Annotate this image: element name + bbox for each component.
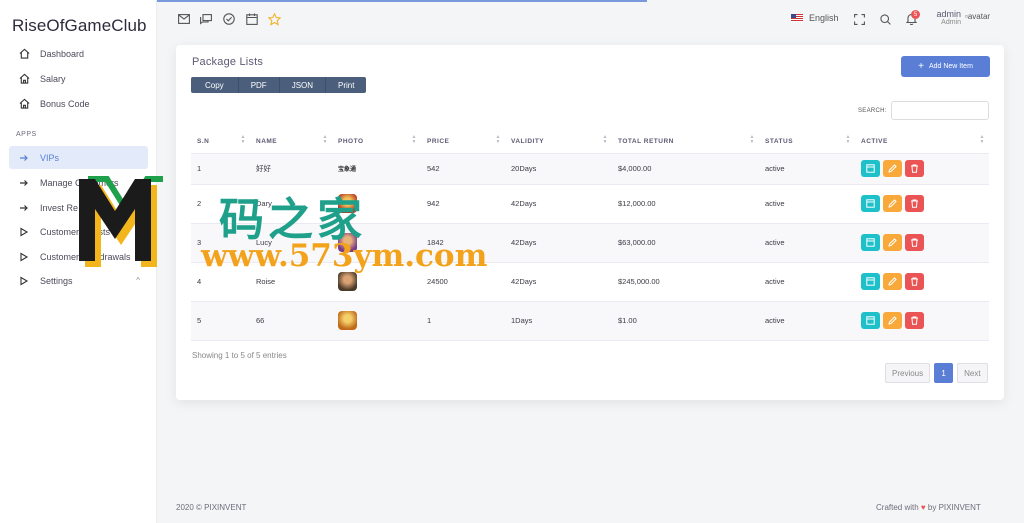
table-header-row: S.N ▲ ▼ NAME ▲ ▼ PHOTO ▲ ▼ PRICE ▲ ▼ VALIDITY ▲ ▼ …: [191, 131, 989, 154]
watermark-logo: [79, 176, 163, 267]
mail-icon[interactable]: [177, 12, 191, 26]
previous-page-button[interactable]: Previous: [885, 363, 931, 383]
column-header-name[interactable]: NAME ▲ ▼: [250, 131, 332, 154]
section-label-apps: APPS: [16, 131, 37, 138]
sidebar-item-label: Dashboard: [40, 48, 85, 59]
notification-badge: 5: [911, 10, 920, 19]
heart-icon: ♥: [920, 503, 926, 512]
sidebar-item-label: Settings: [40, 275, 73, 286]
view-button[interactable]: [861, 160, 880, 177]
sidebar-item-label: VIPs: [40, 152, 60, 163]
brand-title[interactable]: RiseOfGameClub: [12, 16, 147, 36]
json-button[interactable]: JSON: [279, 77, 327, 93]
user-role: Admin: [941, 19, 961, 26]
page-1-button[interactable]: 1: [934, 363, 954, 383]
user-info[interactable]: admin Admin: [931, 9, 961, 26]
sidebar-item-label: Bonus Code: [40, 98, 90, 109]
package-photo: [338, 272, 357, 291]
loading-bar: [157, 0, 647, 2]
sort-icon: ▲ ▼: [495, 134, 501, 145]
delete-button[interactable]: [905, 234, 924, 251]
play-icon: [17, 250, 31, 264]
column-header-total-return[interactable]: TOTAL RETURN ▲ ▼: [612, 131, 759, 154]
add-new-item-button[interactable]: + Add New Item: [901, 56, 990, 77]
avatar[interactable]: ▫avatar: [965, 12, 990, 21]
delete-button[interactable]: [905, 160, 924, 177]
search-label: SEARCH:: [858, 108, 887, 114]
view-button[interactable]: [861, 312, 880, 329]
us-flag-icon: [791, 14, 803, 22]
delete-button[interactable]: [905, 273, 924, 290]
sidebar-item-bonus-code[interactable]: Bonus Code: [9, 92, 148, 115]
table-row: 5 66 1 1Days $1.00 active: [191, 301, 989, 341]
edit-button[interactable]: [883, 312, 902, 329]
view-button[interactable]: [861, 273, 880, 290]
sort-icon: ▲ ▼: [845, 134, 851, 145]
photo-text: 宝象通: [338, 167, 357, 173]
photo-cell: 宝象通: [332, 153, 421, 185]
language-selector[interactable]: English: [791, 13, 839, 23]
pagination: Previous 1 Next: [885, 363, 988, 383]
next-page-button[interactable]: Next: [957, 363, 988, 383]
home-icon: [17, 97, 31, 111]
plus-icon: +: [918, 61, 924, 72]
play-icon: [17, 274, 31, 288]
play-icon: [17, 225, 31, 239]
edit-button[interactable]: [883, 273, 902, 290]
search-input[interactable]: [891, 101, 989, 120]
watermark-url: www.573ym.com: [201, 238, 488, 274]
column-header-sn[interactable]: S.N ▲ ▼: [191, 131, 250, 154]
package-photo: [338, 311, 357, 330]
sort-icon: ▲ ▼: [240, 134, 246, 145]
calendar-icon[interactable]: [245, 12, 259, 26]
sort-icon: ▲ ▼: [979, 134, 985, 145]
delete-button[interactable]: [905, 312, 924, 329]
sidebar-item-settings[interactable]: Settings ^: [9, 269, 148, 292]
edit-button[interactable]: [883, 234, 902, 251]
sidebar-item-vips[interactable]: VIPs: [9, 146, 148, 169]
language-label: English: [809, 13, 839, 23]
chat-icon[interactable]: [199, 12, 213, 26]
arrow-right-icon: [17, 176, 31, 190]
table-row: 1 好好 宝象通 542 20Days $4,000.00 active: [191, 153, 989, 185]
export-button-group: Copy PDF JSON Print: [191, 77, 367, 93]
pdf-button[interactable]: PDF: [238, 77, 280, 93]
user-name: admin: [936, 9, 961, 19]
search-icon[interactable]: [878, 12, 892, 26]
sidebar-item-dashboard[interactable]: Dashboard: [9, 42, 148, 65]
sort-icon: ▲ ▼: [322, 134, 328, 145]
footer-credit: Crafted with ♥ by PIXINVENT: [876, 503, 981, 512]
delete-button[interactable]: [905, 195, 924, 212]
home-icon: [17, 47, 31, 61]
arrow-right-icon: [17, 201, 31, 215]
star-icon[interactable]: [267, 12, 281, 26]
edit-button[interactable]: [883, 195, 902, 212]
sidebar-item-salary[interactable]: Salary: [9, 67, 148, 90]
print-button[interactable]: Print: [326, 77, 367, 93]
view-button[interactable]: [861, 234, 880, 251]
column-header-validity[interactable]: VALIDITY ▲ ▼: [505, 131, 612, 154]
sort-icon: ▲ ▼: [749, 134, 755, 145]
column-header-status[interactable]: STATUS ▲ ▼: [759, 131, 855, 154]
sort-icon: ▲ ▼: [602, 134, 608, 145]
home-icon: [17, 72, 31, 86]
chevron-up-icon: ^: [136, 276, 140, 285]
column-header-active[interactable]: ACTIVE ▲ ▼: [855, 131, 989, 154]
column-header-photo[interactable]: PHOTO ▲ ▼: [332, 131, 421, 154]
edit-button[interactable]: [883, 160, 902, 177]
card-title: Package Lists: [192, 56, 264, 68]
footer-copyright: 2020 © PIXINVENT: [176, 503, 247, 512]
topbar: English 5 admin Admin ▫avatar: [157, 0, 1024, 38]
check-circle-icon[interactable]: [222, 12, 236, 26]
entries-info: Showing 1 to 5 of 5 entries: [192, 351, 287, 360]
sidebar-item-label: Salary: [40, 73, 66, 84]
view-button[interactable]: [861, 195, 880, 212]
copy-button[interactable]: Copy: [191, 77, 239, 93]
sidebar-item-label: Invest Re: [40, 202, 79, 213]
arrow-right-icon: [17, 151, 31, 165]
sort-icon: ▲ ▼: [411, 134, 417, 145]
column-header-price[interactable]: PRICE ▲ ▼: [421, 131, 505, 154]
fullscreen-icon[interactable]: [852, 12, 866, 26]
